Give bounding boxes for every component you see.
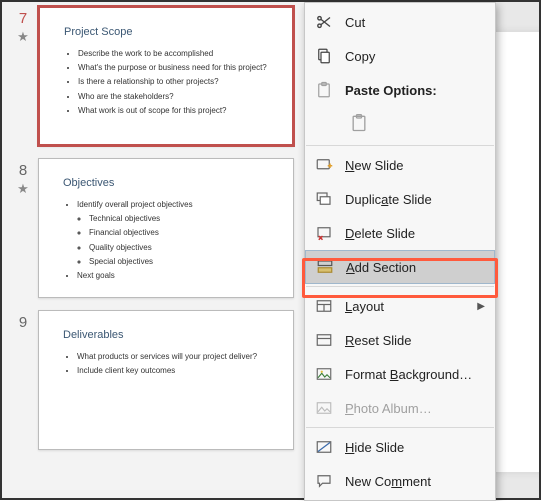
menu-label: Layout bbox=[345, 299, 477, 314]
delete-slide-icon bbox=[313, 222, 335, 244]
transition-star-icon: ★ bbox=[8, 181, 38, 197]
thumb-row-8[interactable]: 8 ★ Objectives Identify overall project … bbox=[2, 158, 310, 298]
menu-separator bbox=[306, 427, 494, 428]
menu-layout[interactable]: Layout ▶ bbox=[305, 289, 495, 323]
comment-icon bbox=[313, 470, 335, 492]
menu-separator bbox=[306, 286, 494, 287]
menu-label: Add Section bbox=[346, 260, 484, 275]
menu-reset-slide[interactable]: Reset Slide bbox=[305, 323, 495, 357]
menu-label: Delete Slide bbox=[345, 226, 485, 241]
menu-label: New Comment bbox=[345, 474, 485, 489]
menu-add-section[interactable]: Add Section bbox=[305, 250, 495, 284]
duplicate-slide-icon bbox=[313, 188, 335, 210]
layout-icon bbox=[313, 295, 335, 317]
thumb-number: 9 bbox=[8, 310, 38, 331]
menu-cut[interactable]: Cut bbox=[305, 5, 495, 39]
slide-title: Objectives bbox=[63, 177, 269, 189]
slide-thumbnail[interactable]: Objectives Identify overall project obje… bbox=[38, 158, 294, 298]
menu-new-slide[interactable]: New Slide bbox=[305, 148, 495, 182]
format-background-icon bbox=[313, 363, 335, 385]
slide-title: Deliverables bbox=[63, 329, 269, 341]
scissors-icon bbox=[313, 11, 335, 33]
menu-format-background[interactable]: Format Background… bbox=[305, 357, 495, 391]
menu-hide-slide[interactable]: Hide Slide bbox=[305, 430, 495, 464]
menu-new-comment[interactable]: New Comment bbox=[305, 464, 495, 498]
submenu-arrow-icon: ▶ bbox=[477, 301, 485, 312]
transition-star-icon: ★ bbox=[8, 29, 38, 45]
slide-title: Project Scope bbox=[64, 26, 268, 38]
menu-label: Duplicate Slide bbox=[345, 192, 485, 207]
copy-icon bbox=[313, 45, 335, 67]
slide-bullets: Identify overall project objectives Tech… bbox=[63, 199, 269, 281]
thumb-number: 7 ★ bbox=[8, 6, 38, 45]
slide-context-menu: Cut Copy Paste Options: bbox=[304, 2, 496, 501]
slide-bullets: What products or services will your proj… bbox=[63, 351, 269, 376]
paste-use-destination-theme-button[interactable] bbox=[345, 109, 373, 137]
thumb-number: 8 ★ bbox=[8, 158, 38, 197]
thumb-row-7[interactable]: 7 ★ Project Scope Describe the work to b… bbox=[2, 6, 310, 146]
photo-album-icon bbox=[313, 397, 335, 419]
slide-thumbnail[interactable]: Deliverables What products or services w… bbox=[38, 310, 294, 450]
menu-photo-album: Photo Album… bbox=[305, 391, 495, 425]
paste-options-row bbox=[305, 107, 495, 143]
menu-copy[interactable]: Copy bbox=[305, 39, 495, 73]
menu-label: Format Background… bbox=[345, 367, 485, 382]
clipboard-icon bbox=[313, 79, 335, 101]
menu-separator bbox=[306, 145, 494, 146]
menu-delete-slide[interactable]: Delete Slide bbox=[305, 216, 495, 250]
new-slide-icon bbox=[313, 154, 335, 176]
menu-label: New Slide bbox=[345, 158, 485, 173]
menu-label: Reset Slide bbox=[345, 333, 485, 348]
add-section-icon bbox=[314, 256, 336, 278]
menu-label: Photo Album… bbox=[345, 401, 485, 416]
menu-duplicate-slide[interactable]: Duplicate Slide bbox=[305, 182, 495, 216]
menu-label: Hide Slide bbox=[345, 440, 485, 455]
slide-bullets: Describe the work to be accomplished Wha… bbox=[64, 48, 268, 116]
slide-thumbnail-panel[interactable]: 7 ★ Project Scope Describe the work to b… bbox=[2, 2, 312, 498]
reset-slide-icon bbox=[313, 329, 335, 351]
hide-slide-icon bbox=[313, 436, 335, 458]
menu-paste-options-header: Paste Options: bbox=[305, 73, 495, 107]
thumb-row-9[interactable]: 9 Deliverables What products or services… bbox=[2, 310, 310, 450]
slide-thumbnail[interactable]: Project Scope Describe the work to be ac… bbox=[38, 6, 294, 146]
